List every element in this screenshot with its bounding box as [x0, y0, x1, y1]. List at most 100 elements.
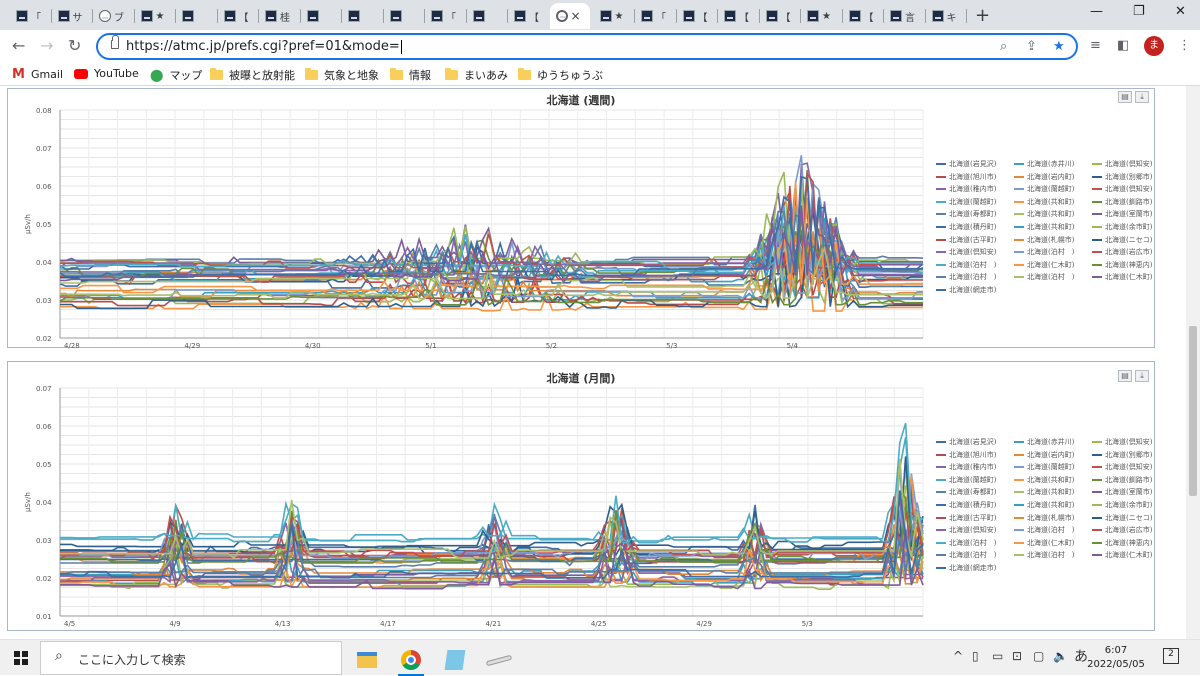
windows-start-icon[interactable]: [14, 651, 28, 665]
legend-item[interactable]: 北海道(岩内町): [1014, 450, 1074, 460]
tab[interactable]: キ: [926, 3, 964, 29]
legend-item[interactable]: 北海道(岩内町): [1014, 172, 1074, 182]
legend-item[interactable]: 北海道(仁木町): [1092, 272, 1152, 282]
legend-item[interactable]: 北海道(岩見沢): [936, 437, 996, 447]
legend-item[interactable]: 北海道(積丹町): [936, 500, 996, 510]
legend-item[interactable]: 北海道(共和町): [1014, 209, 1074, 219]
zoom-search-icon[interactable]: ⌕: [1000, 39, 1007, 54]
chevron-up-icon[interactable]: ^: [953, 649, 963, 663]
clock[interactable]: 6:07 2022/05/05: [1086, 644, 1146, 672]
legend-item[interactable]: 北海道(共和町): [1014, 487, 1074, 497]
legend-item[interactable]: 北海道(蘭越町): [936, 475, 996, 485]
legend-item[interactable]: 北海道(岩見沢): [936, 159, 996, 169]
legend-item[interactable]: 北海道(共和町): [1014, 197, 1074, 207]
legend-item[interactable]: 北海道(網走市): [936, 563, 996, 573]
tab[interactable]: ブ: [93, 3, 131, 29]
legend-item[interactable]: 北海道(古平町): [936, 235, 996, 245]
maximize-button[interactable]: ❐: [1133, 4, 1145, 19]
tab[interactable]: ★: [801, 3, 839, 29]
new-tab-button[interactable]: +: [975, 5, 990, 26]
tab[interactable]: [176, 3, 214, 29]
legend-item[interactable]: 北海道(積丹町): [936, 222, 996, 232]
notification-icon[interactable]: 2: [1163, 648, 1179, 664]
chrome-button[interactable]: [392, 644, 430, 676]
legend-item[interactable]: 北海道(旭川市): [936, 172, 996, 182]
tab[interactable]: 「: [425, 3, 463, 29]
legend-item[interactable]: 北海道(岩広市): [1092, 525, 1152, 535]
legend-item[interactable]: 北海道(札幌市): [1014, 513, 1074, 523]
pen-tool-button[interactable]: [480, 644, 518, 676]
minimize-button[interactable]: —: [1090, 4, 1103, 19]
bookmark-maps[interactable]: ⬤ マップ: [150, 67, 202, 83]
legend-item[interactable]: 北海道(札幌市): [1014, 235, 1074, 245]
legend-item[interactable]: 北海道(倶知安): [1092, 437, 1152, 447]
legend-item[interactable]: 北海道(倶知安): [1092, 184, 1152, 194]
legend-item[interactable]: 北海道(泊村 ): [936, 272, 996, 282]
legend-item[interactable]: 北海道(稚内市): [936, 462, 996, 472]
legend-item[interactable]: 北海道(余市町): [1092, 222, 1152, 232]
legend-item[interactable]: 北海道(泊村 ): [1014, 247, 1074, 257]
profile-avatar[interactable]: ま: [1144, 36, 1164, 56]
url-text[interactable]: https://atmc.jp/prefs.cgi?pref=01&mode=: [126, 39, 402, 54]
legend-item[interactable]: 北海道(倶知安): [936, 247, 996, 257]
legend-item[interactable]: 北海道(室蘭市): [1092, 487, 1152, 497]
tab[interactable]: 桂: [259, 3, 297, 29]
forward-arrow-icon[interactable]: →: [40, 36, 53, 55]
tab[interactable]: [467, 3, 505, 29]
tab[interactable]: 「: [635, 3, 673, 29]
legend-item[interactable]: 北海道(ニセコ): [1092, 235, 1152, 245]
page-scrollbar[interactable]: [1186, 86, 1200, 639]
legend-item[interactable]: 北海道(余市町): [1092, 500, 1152, 510]
legend-item[interactable]: 北海道(別郷市): [1092, 172, 1152, 182]
legend-item[interactable]: 北海道(旭川市): [936, 450, 996, 460]
legend-item[interactable]: 北海道(共和町): [1014, 500, 1074, 510]
legend-item[interactable]: 北海道(泊村 ): [1014, 525, 1074, 535]
legend-item[interactable]: 北海道(古平町): [936, 513, 996, 523]
legend-item[interactable]: 北海道(蘭越町): [1014, 462, 1074, 472]
legend-item[interactable]: 北海道(別郷市): [1092, 450, 1152, 460]
bookmark-youtube[interactable]: YouTube: [74, 67, 139, 80]
legend-item[interactable]: 北海道(蘭越町): [1014, 184, 1074, 194]
tab[interactable]: [301, 3, 339, 29]
network-icon[interactable]: ⊡: [1012, 649, 1022, 663]
side-panel-icon[interactable]: ◧: [1117, 38, 1129, 53]
bookmark-folder-youtube[interactable]: ゆうちゅうぶ: [518, 67, 603, 83]
bookmark-folder-maiami[interactable]: まいあみ: [445, 67, 508, 83]
legend-item[interactable]: 北海道(赤井川): [1014, 437, 1074, 447]
legend-item[interactable]: 北海道(稚内市): [936, 184, 996, 194]
legend-item[interactable]: 北海道(釧路市): [1092, 475, 1152, 485]
tab[interactable]: 言: [884, 3, 922, 29]
tab[interactable]: 【: [218, 3, 256, 29]
legend-item[interactable]: 北海道(共和町): [1014, 222, 1074, 232]
legend-item[interactable]: 北海道(倶知安): [1092, 462, 1152, 472]
legend-item[interactable]: 北海道(神恵内): [1092, 260, 1152, 270]
legend-item[interactable]: 北海道(倶知安): [1092, 159, 1152, 169]
bookmark-folder-weather[interactable]: 気象と地象: [305, 67, 379, 83]
legend-item[interactable]: 北海道(神恵内): [1092, 538, 1152, 548]
lock-icon[interactable]: [111, 35, 119, 49]
tab[interactable]: [342, 3, 380, 29]
legend-item[interactable]: 北海道(共和町): [1014, 475, 1074, 485]
taskbar-search-box[interactable]: ⌕ ここに入力して検索: [40, 641, 342, 675]
notepad-button[interactable]: [436, 644, 474, 676]
legend-item[interactable]: 北海道(泊村 ): [936, 550, 996, 560]
device-icon[interactable]: ▯: [972, 649, 979, 663]
legend-item[interactable]: 北海道(泊村 ): [936, 260, 996, 270]
tab[interactable]: [384, 3, 422, 29]
legend-item[interactable]: 北海道(室蘭市): [1092, 209, 1152, 219]
tab[interactable]: 【: [677, 3, 715, 29]
file-explorer-button[interactable]: [348, 644, 386, 676]
tab[interactable]: ★: [135, 3, 173, 29]
close-window-button[interactable]: ✕: [1175, 4, 1186, 19]
legend-item[interactable]: 北海道(赤井川): [1014, 159, 1074, 169]
bookmark-star-icon[interactable]: ★: [1053, 39, 1065, 54]
legend-item[interactable]: 北海道(泊村 ): [936, 538, 996, 548]
legend-item[interactable]: 北海道(蘭越町): [936, 197, 996, 207]
bookmark-folder-radiation[interactable]: 被曝と放射能: [210, 67, 295, 83]
reading-list-icon[interactable]: ≡: [1090, 38, 1101, 53]
legend-item[interactable]: 北海道(寿都町): [936, 209, 996, 219]
legend-item[interactable]: 北海道(泊村 ): [1014, 550, 1074, 560]
legend-item[interactable]: 北海道(釧路市): [1092, 197, 1152, 207]
reload-icon[interactable]: ↻: [68, 36, 81, 55]
menu-kebab-icon[interactable]: ⋮: [1178, 38, 1191, 53]
